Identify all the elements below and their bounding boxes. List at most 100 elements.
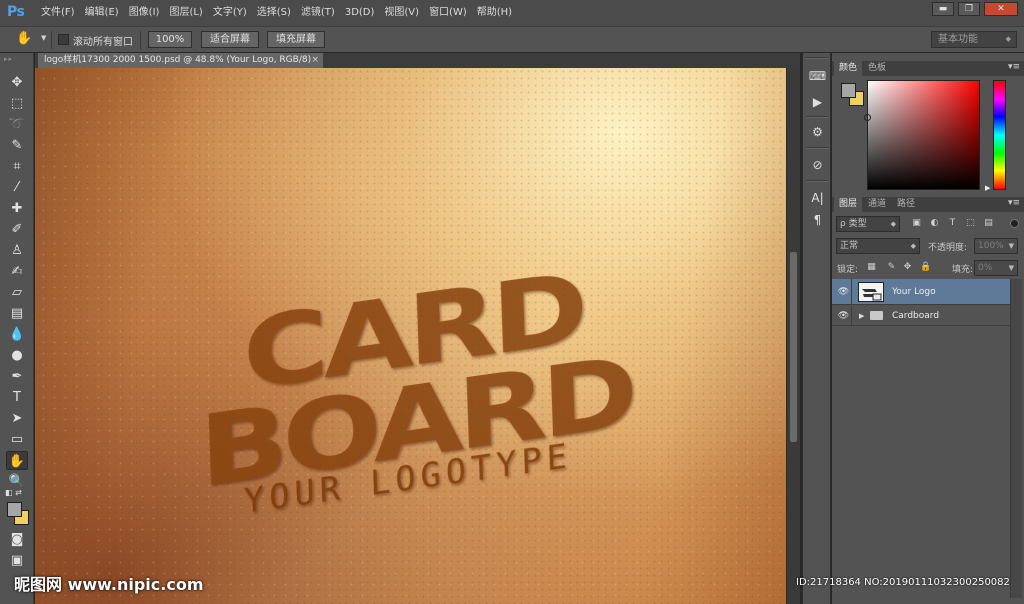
lock-label: 锁定: <box>837 265 859 275</box>
color-picker-marker[interactable] <box>864 114 871 121</box>
path-selection-tool-icon[interactable]: ➤ <box>6 409 28 428</box>
fill-field[interactable]: 0% ▼ <box>974 260 1018 276</box>
fill-screen-button[interactable]: 填充屏幕 <box>267 31 325 48</box>
eyedropper-tool-icon[interactable]: ⁄ <box>6 178 28 197</box>
rectangle-tool-icon[interactable]: ▭ <box>6 430 28 449</box>
cardboard-logo-artwork: CARD BOARD YOUR LOGOTYPE <box>197 251 635 522</box>
scrollbar-thumb[interactable] <box>790 252 797 442</box>
opacity-field[interactable]: 100% ▼ <box>974 238 1018 254</box>
menu-layer[interactable]: 图层(L) <box>164 0 207 26</box>
paragraph-panel-icon[interactable]: ¶ <box>807 211 828 229</box>
menu-help[interactable]: 帮助(H) <box>472 0 517 26</box>
marquee-tool-icon[interactable]: ⬚ <box>6 94 28 113</box>
layers-scrollbar[interactable] <box>1010 279 1022 598</box>
eye-icon[interactable]: 👁 <box>836 279 852 304</box>
quick-mask-icon[interactable]: ◙ <box>6 530 28 549</box>
menu-view[interactable]: 视图(V) <box>379 0 424 26</box>
history-panel-icon[interactable]: ⌨ <box>807 67 828 85</box>
layer-name: Your Logo <box>892 287 936 297</box>
blur-tool-icon[interactable]: 💧 <box>6 325 28 344</box>
filter-pixel-icon[interactable]: ▣ <box>910 217 923 230</box>
move-tool-icon[interactable]: ✥ <box>6 73 28 92</box>
divider <box>140 31 141 49</box>
document-tab[interactable]: logo样机17300 2000 1500.psd @ 48.8% (Your … <box>38 53 323 68</box>
pen-tool-icon[interactable]: ✒ <box>6 367 28 386</box>
workspace-select[interactable]: 基本功能 ◆ <box>931 31 1017 48</box>
clone-source-panel-icon[interactable]: ⊘ <box>807 156 828 174</box>
menu-image[interactable]: 图像(I) <box>124 0 165 26</box>
lock-pixels-icon[interactable]: ✎ <box>886 262 897 273</box>
eye-icon[interactable]: 👁 <box>836 306 852 325</box>
foreground-color-swatch[interactable] <box>7 502 22 517</box>
dodge-tool-icon[interactable]: ● <box>6 346 28 365</box>
panel-menu-icon[interactable]: ▾≡ <box>1008 62 1020 72</box>
healing-brush-tool-icon[interactable]: ✚ <box>6 199 28 218</box>
lock-position-icon[interactable]: ✥ <box>902 262 913 273</box>
menu-3d[interactable]: 3D(D) <box>340 0 380 26</box>
hue-slider-handle[interactable]: ▶ <box>985 184 990 192</box>
menu-file[interactable]: 文件(F) <box>36 0 80 26</box>
gradient-tool-icon[interactable]: ▤ <box>6 304 28 323</box>
properties-panel-icon[interactable]: ⚙ <box>807 123 828 141</box>
fill-value: 0% <box>978 263 993 273</box>
layer-name: Cardboard <box>892 311 940 321</box>
chevron-down-icon: ▼ <box>1008 264 1014 272</box>
fit-screen-button[interactable]: 适合屏幕 <box>201 31 259 48</box>
brush-tool-icon[interactable]: ✐ <box>6 220 28 239</box>
screen-mode-icon[interactable]: ▣ <box>6 551 28 570</box>
filter-smart-object-icon[interactable]: ▤ <box>982 217 995 230</box>
chevron-down-icon[interactable]: ▼ <box>41 34 46 42</box>
hue-slider[interactable] <box>993 80 1006 190</box>
tab-color[interactable]: 颜色 <box>834 61 863 76</box>
panel-menu-icon[interactable]: ▾≡ <box>1008 198 1020 208</box>
filter-type-icon[interactable]: T <box>946 217 959 230</box>
menu-bar: Ps 文件(F) 编辑(E) 图像(I) 图层(L) 文字(Y) 选择(S) 滤… <box>0 0 1024 26</box>
menu-filter[interactable]: 滤镜(T) <box>296 0 340 26</box>
tab-paths[interactable]: 路径 <box>892 197 920 212</box>
filter-shape-icon[interactable]: ⬚ <box>964 217 977 230</box>
color-picker-field[interactable] <box>867 80 980 190</box>
menu-edit[interactable]: 编辑(E) <box>80 0 124 26</box>
scroll-all-windows-checkbox[interactable] <box>58 34 69 45</box>
panel-grip-icon[interactable]: ▸▸ <box>4 55 30 65</box>
lasso-tool-icon[interactable]: ➰ <box>6 115 28 134</box>
close-icon[interactable]: × <box>311 53 319 68</box>
hand-tool-icon[interactable]: ✋ <box>6 451 28 470</box>
canvas-vertical-scrollbar[interactable] <box>786 68 800 604</box>
folder-icon <box>870 311 883 320</box>
menu-type[interactable]: 文字(Y) <box>208 0 252 26</box>
layer-filter-label: ρ 类型 <box>840 219 867 229</box>
layer-row-your-logo[interactable]: 👁 Your Logo <box>832 279 1010 305</box>
menu-window[interactable]: 窗口(W) <box>424 0 472 26</box>
crop-tool-icon[interactable]: ⌗ <box>6 157 28 176</box>
clone-stamp-tool-icon[interactable]: ♙ <box>6 241 28 260</box>
chevron-down-icon: ◆ <box>1005 35 1011 43</box>
tab-channels[interactable]: 通道 <box>863 197 891 212</box>
character-panel-icon[interactable]: A| <box>807 189 828 207</box>
blend-mode-select[interactable]: 正常 ◆ <box>836 238 920 254</box>
lock-transparency-icon[interactable]: ▦ <box>866 262 877 273</box>
swap-colors-icon[interactable]: ◧ ⇄ <box>5 488 22 497</box>
actions-panel-icon[interactable]: ▶ <box>807 93 828 111</box>
history-brush-tool-icon[interactable]: ✍ <box>6 262 28 281</box>
document-title: logo样机17300 2000 1500.psd @ 48.8% (Your … <box>44 55 312 65</box>
lock-all-icon[interactable]: 🔒 <box>920 262 931 273</box>
document-canvas[interactable]: CARD BOARD YOUR LOGOTYPE <box>35 68 786 604</box>
minimize-button[interactable]: ▬ <box>932 2 954 16</box>
zoom-100-button[interactable]: 100% <box>148 31 192 48</box>
expand-arrow-icon[interactable]: ▶ <box>859 312 864 320</box>
type-tool-icon[interactable]: T <box>6 388 28 407</box>
layer-filter-select[interactable]: ρ 类型 ◆ <box>836 216 900 232</box>
tab-layers[interactable]: 图层 <box>834 197 863 212</box>
menu-select[interactable]: 选择(S) <box>252 0 296 26</box>
filter-toggle-icon[interactable] <box>1010 219 1019 228</box>
tab-swatches[interactable]: 色板 <box>863 61 891 76</box>
filter-adjustment-icon[interactable]: ◐ <box>928 217 941 230</box>
close-button[interactable]: ✕ <box>984 2 1018 16</box>
color-panel-foreground[interactable] <box>841 83 856 98</box>
restore-button[interactable]: ❐ <box>958 2 980 16</box>
layer-row-cardboard[interactable]: 👁 ▶ Cardboard <box>832 306 1010 326</box>
hand-tool-preset-icon[interactable]: ✋ <box>16 31 32 46</box>
quick-select-tool-icon[interactable]: ✎ <box>6 136 28 155</box>
eraser-tool-icon[interactable]: ▱ <box>6 283 28 302</box>
